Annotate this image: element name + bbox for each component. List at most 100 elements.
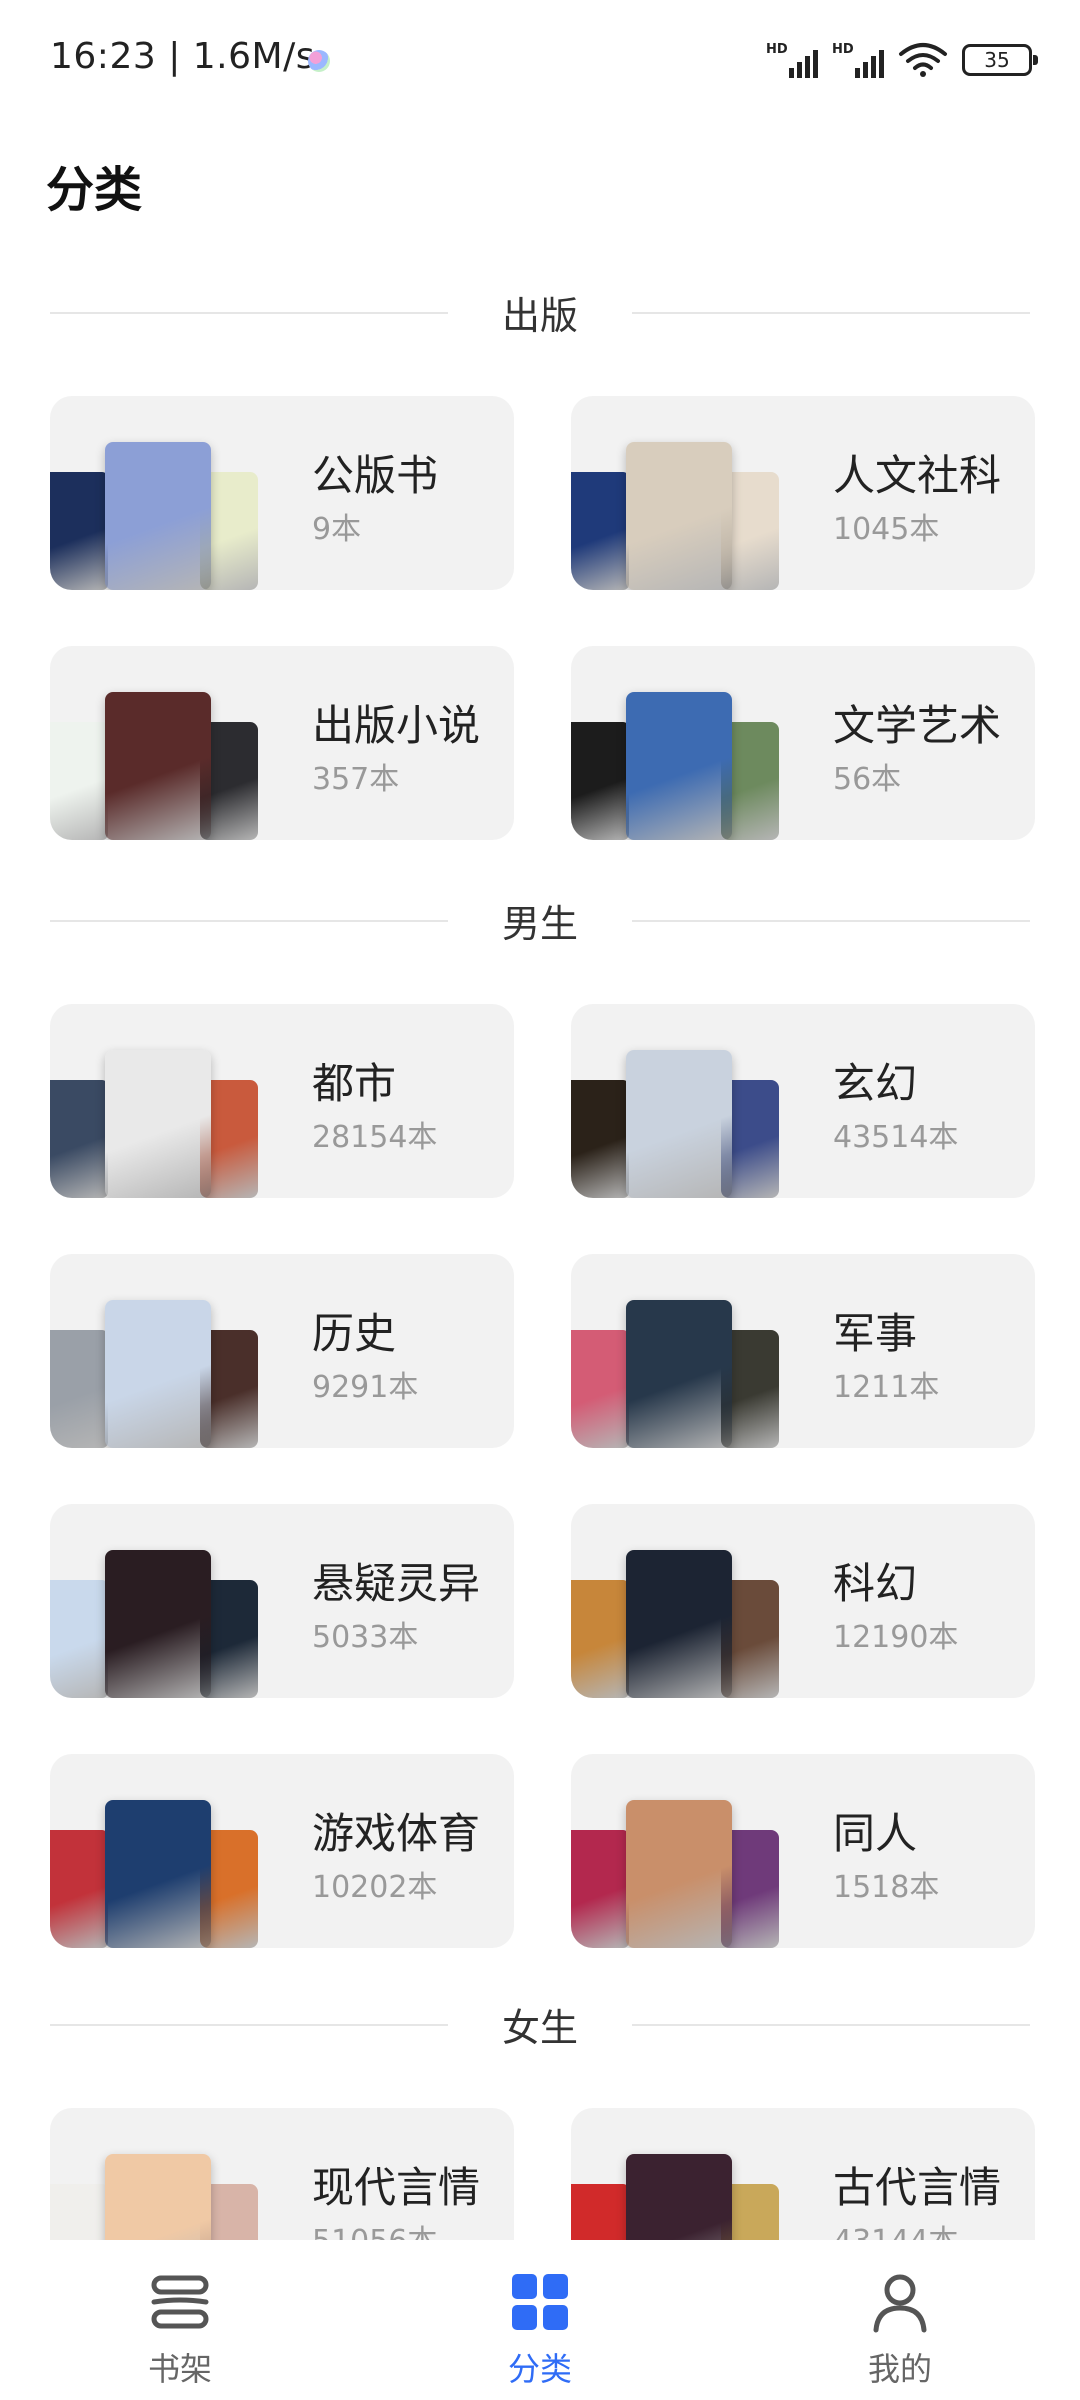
nav-label: 分类 xyxy=(507,2350,572,2388)
category-count: 12190本 xyxy=(833,1620,959,1655)
book-cover xyxy=(571,1080,629,1198)
book-cover xyxy=(571,722,629,840)
book-cover xyxy=(626,1050,732,1198)
category-grid-icon xyxy=(512,2274,568,2330)
person-icon xyxy=(873,2274,927,2333)
category-count: 1045本 xyxy=(833,512,940,547)
category-count: 10202本 xyxy=(312,1870,438,1905)
cover-stack xyxy=(50,646,260,840)
category-card-humanities[interactable]: 人文社科 1045本 xyxy=(571,396,1035,590)
divider-line xyxy=(632,312,1030,314)
category-count: 5033本 xyxy=(312,1620,419,1655)
book-cover xyxy=(626,1800,732,1948)
category-count: 1211本 xyxy=(833,1370,940,1405)
cover-stack xyxy=(571,396,781,590)
category-count: 9本 xyxy=(312,512,362,547)
nav-item-mine[interactable]: 我的 xyxy=(810,2240,990,2400)
book-cover xyxy=(571,1830,629,1948)
divider-line xyxy=(632,920,1030,922)
nav-item-category[interactable]: 分类 xyxy=(450,2240,630,2400)
category-name: 历史 xyxy=(312,1309,397,1358)
category-name: 公版书 xyxy=(312,451,439,500)
category-count: 43514本 xyxy=(833,1120,959,1155)
category-card-military[interactable]: 军事 1211本 xyxy=(571,1254,1035,1448)
divider-line xyxy=(50,920,448,922)
cover-stack xyxy=(571,1254,781,1448)
book-cover xyxy=(50,472,108,590)
nav-label: 我的 xyxy=(867,2350,932,2388)
category-name: 悬疑灵异 xyxy=(312,1559,481,1608)
cover-stack xyxy=(571,1004,781,1198)
category-name: 古代言情 xyxy=(833,2163,1002,2212)
section-title: 出版 xyxy=(481,284,598,340)
category-name: 现代言情 xyxy=(312,2163,481,2212)
nav-item-bookshelf[interactable]: 书架 xyxy=(90,2240,270,2400)
cover-stack xyxy=(50,1754,260,1948)
assistant-dot-icon xyxy=(308,50,330,72)
book-cover xyxy=(626,442,732,590)
cover-stack xyxy=(571,646,781,840)
section-header-male: 男生 xyxy=(50,890,1030,950)
category-card-published-novel[interactable]: 出版小说 357本 xyxy=(50,646,514,840)
category-name: 出版小说 xyxy=(312,701,481,750)
section-header-publish: 出版 xyxy=(50,282,1030,342)
category-name: 科幻 xyxy=(833,1559,918,1608)
category-card-scifi[interactable]: 科幻 12190本 xyxy=(571,1504,1035,1698)
category-card-games-sports[interactable]: 游戏体育 10202本 xyxy=(50,1754,514,1948)
signal-hd-label: HD xyxy=(766,42,788,57)
book-cover xyxy=(105,1800,211,1948)
category-count: 357本 xyxy=(312,762,400,797)
category-name: 文学艺术 xyxy=(833,701,1002,750)
cover-stack xyxy=(571,1754,781,1948)
category-count: 9291本 xyxy=(312,1370,419,1405)
book-cover xyxy=(50,1080,108,1198)
battery-icon: 35 xyxy=(962,44,1038,76)
cover-stack xyxy=(50,396,260,590)
nav-label: 书架 xyxy=(147,2350,212,2388)
status-time: 16:23 | 1.6M/s xyxy=(50,36,315,77)
book-cover xyxy=(105,442,211,590)
category-card-urban[interactable]: 都市 28154本 xyxy=(50,1004,514,1198)
book-cover xyxy=(50,1830,108,1948)
category-count: 1518本 xyxy=(833,1870,940,1905)
status-bar: 16:23 | 1.6M/s HD HD 35 xyxy=(0,0,1080,120)
signal-hd-label-2: HD xyxy=(832,42,854,57)
wifi-icon xyxy=(899,43,947,77)
book-cover xyxy=(626,1300,732,1448)
book-cover xyxy=(105,1550,211,1698)
cover-stack xyxy=(50,1004,260,1198)
section-header-female: 女生 xyxy=(50,1994,1030,2054)
cover-stack xyxy=(50,1254,260,1448)
divider-line xyxy=(50,2024,448,2026)
book-cover xyxy=(626,1550,732,1698)
category-count: 28154本 xyxy=(312,1120,438,1155)
category-card-literature-art[interactable]: 文学艺术 56本 xyxy=(571,646,1035,840)
category-name: 同人 xyxy=(833,1809,918,1858)
section-title: 女生 xyxy=(481,1996,598,2052)
bookshelf-icon xyxy=(151,2275,209,2329)
category-name: 人文社科 xyxy=(833,451,1002,500)
status-icons: HD HD 35 xyxy=(766,40,1038,80)
category-card-public-domain[interactable]: 公版书 9本 xyxy=(50,396,514,590)
book-cover xyxy=(50,722,108,840)
category-card-mystery[interactable]: 悬疑灵异 5033本 xyxy=(50,1504,514,1698)
book-cover xyxy=(626,692,732,840)
category-count: 56本 xyxy=(833,762,902,797)
book-cover xyxy=(571,472,629,590)
book-cover xyxy=(105,692,211,840)
category-card-fantasy[interactable]: 玄幻 43514本 xyxy=(571,1004,1035,1198)
category-card-history[interactable]: 历史 9291本 xyxy=(50,1254,514,1448)
signal-strength-icon-2: HD xyxy=(832,42,884,78)
book-cover xyxy=(105,1050,211,1198)
section-title: 男生 xyxy=(481,892,598,948)
category-name: 都市 xyxy=(312,1059,397,1108)
cover-stack xyxy=(571,1504,781,1698)
cover-stack xyxy=(50,1504,260,1698)
book-cover xyxy=(571,1580,629,1698)
category-name: 游戏体育 xyxy=(312,1809,481,1858)
divider-line xyxy=(632,2024,1030,2026)
divider-line xyxy=(50,312,448,314)
category-card-fanfiction[interactable]: 同人 1518本 xyxy=(571,1754,1035,1948)
page-title: 分类 xyxy=(46,162,143,218)
book-cover xyxy=(571,1330,629,1448)
